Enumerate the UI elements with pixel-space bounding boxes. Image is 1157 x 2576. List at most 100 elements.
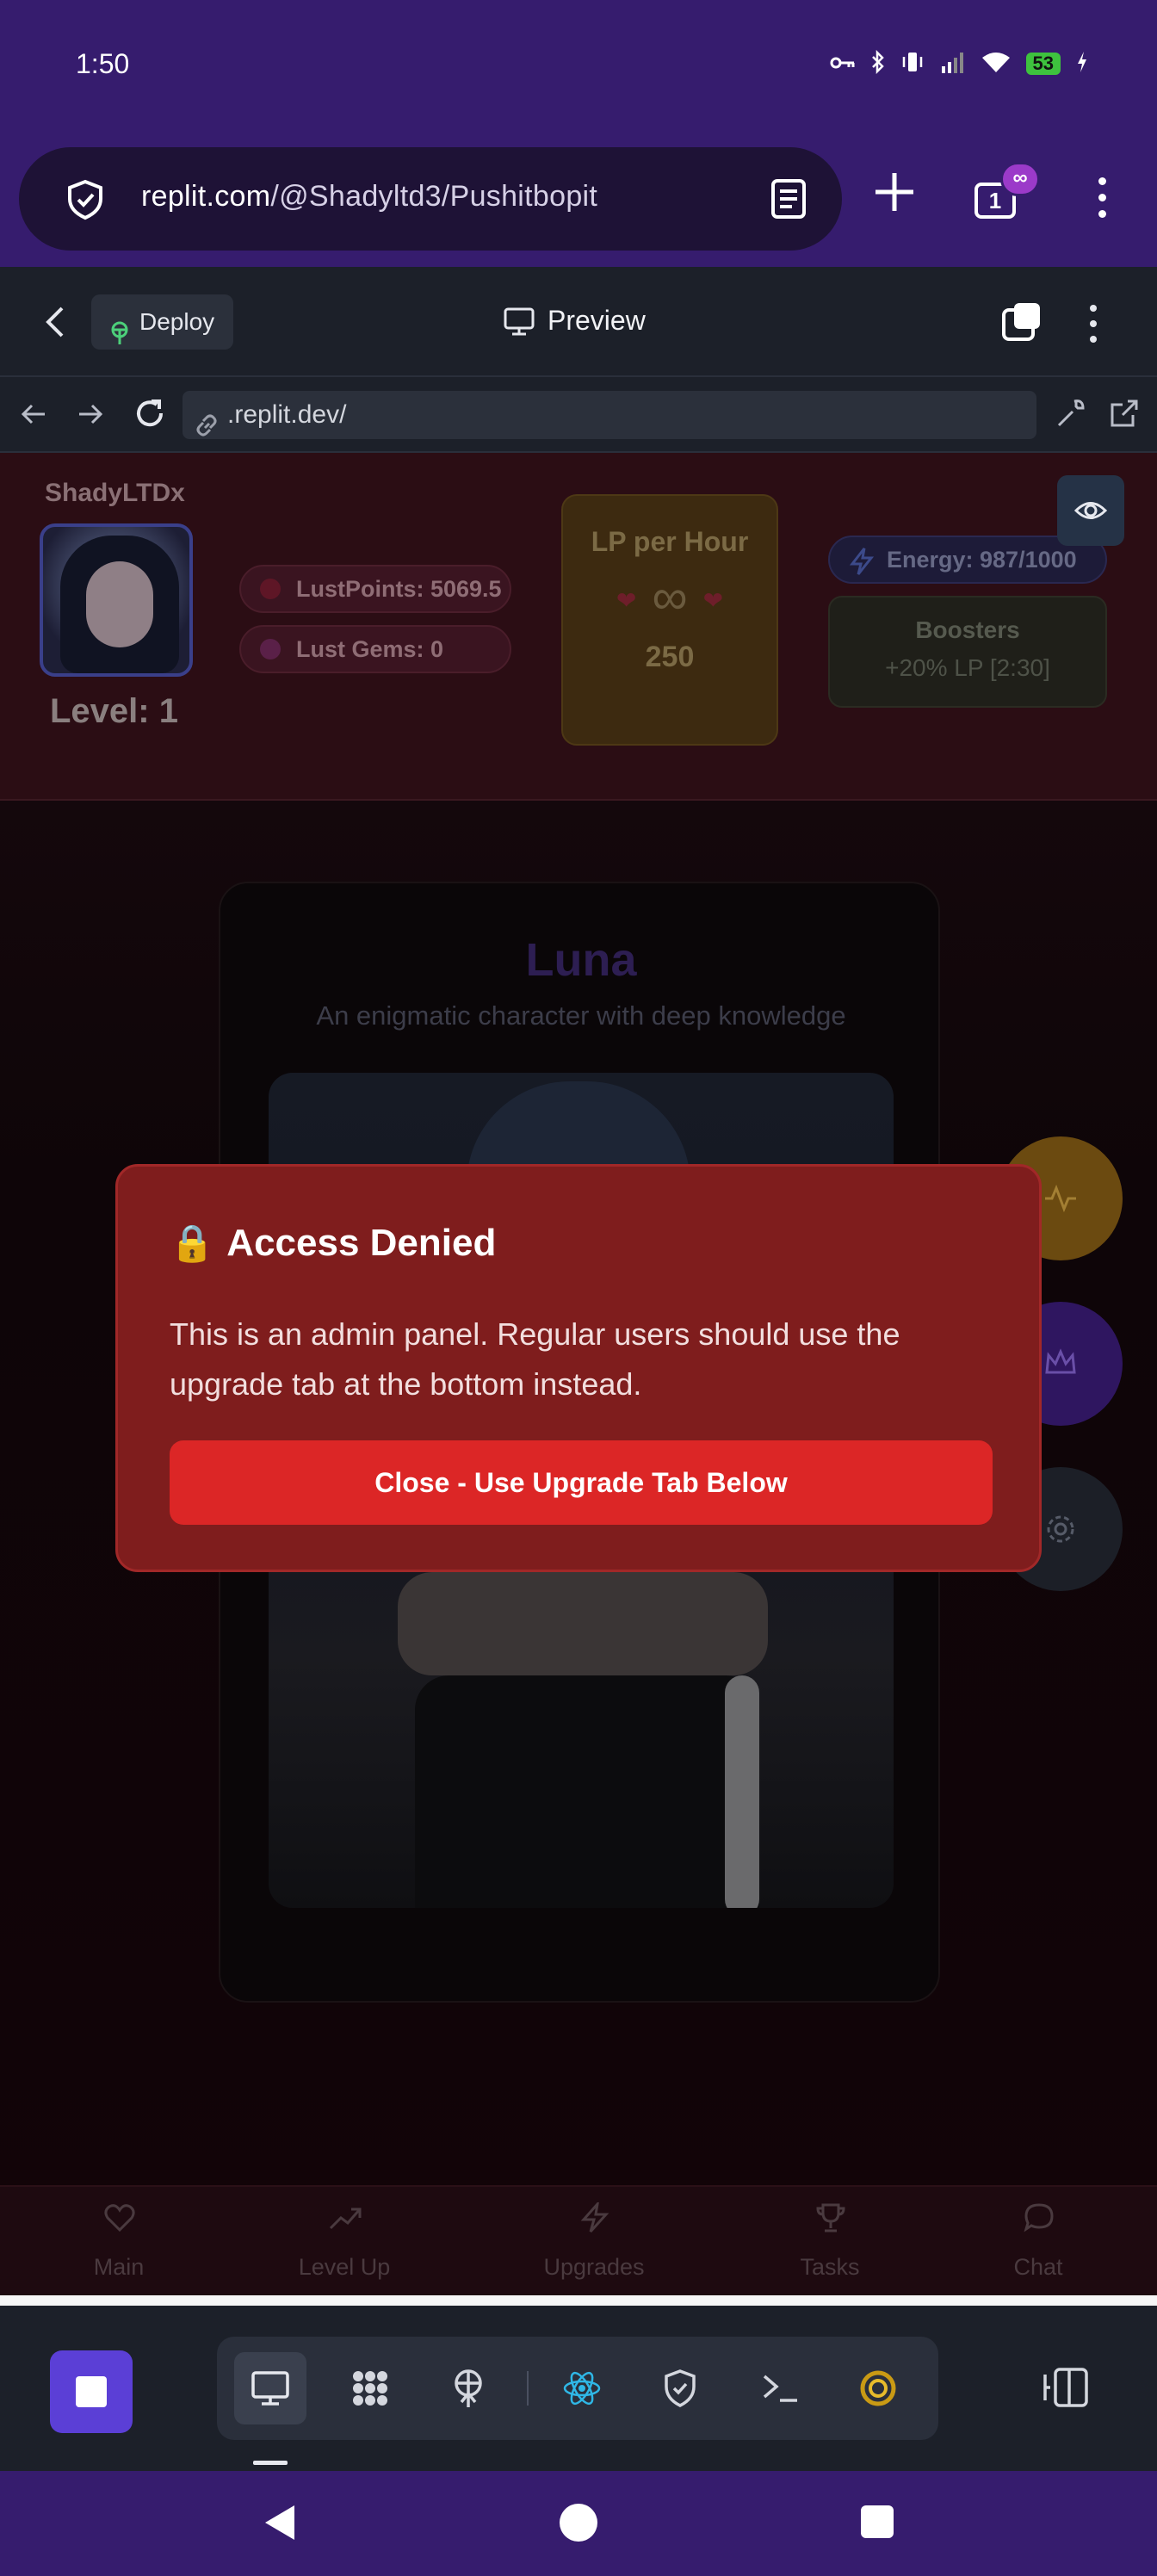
nav-level-up-label: Level Up <box>298 2254 391 2280</box>
character-name: Luna <box>525 934 637 986</box>
lust-gems-text: Lust Gems: 0 <box>296 636 444 662</box>
replit-header: Deploy Preview <box>0 267 1157 377</box>
player-avatar[interactable] <box>40 523 193 677</box>
gear-icon <box>1047 1515 1074 1543</box>
nav-tasks[interactable]: Tasks <box>744 2187 916 2297</box>
lock-icon: 🔒 <box>170 1223 215 1263</box>
shield-check-icon <box>665 2369 696 2407</box>
wifi-icon <box>981 51 1011 77</box>
deploy-button[interactable]: Deploy <box>91 294 234 350</box>
forward-arrow-icon[interactable] <box>76 399 105 433</box>
back-arrow-icon[interactable] <box>19 399 48 433</box>
security-tool[interactable] <box>644 2352 716 2424</box>
username: ShadyLTDx <box>45 479 185 507</box>
open-external-icon[interactable] <box>1109 398 1140 433</box>
assistant-tool[interactable] <box>842 2352 914 2424</box>
deployments-tool[interactable] <box>432 2352 504 2424</box>
trending-up-icon <box>329 2208 362 2230</box>
status-bar: 1:50 53 <box>0 0 1157 133</box>
shell-tool[interactable] <box>744 2352 816 2424</box>
bluetooth-icon <box>871 49 885 77</box>
android-recents-icon[interactable] <box>861 2505 894 2538</box>
modal-title-text: Access Denied <box>226 1222 497 1264</box>
modal-title: 🔒 Access Denied <box>170 1222 496 1265</box>
nav-upgrades[interactable]: Upgrades <box>508 2187 680 2297</box>
active-tool-indicator <box>253 2461 288 2465</box>
bolt-icon <box>580 2202 609 2233</box>
back-chevron-icon[interactable] <box>43 305 69 344</box>
link-icon <box>195 405 219 453</box>
lp-per-hour-value: 250 <box>645 640 695 673</box>
gem-icon <box>260 639 281 659</box>
tool-separator <box>527 2371 529 2406</box>
android-home-icon[interactable] <box>560 2504 597 2542</box>
files-tool[interactable] <box>334 2352 406 2424</box>
heart-gem-icon <box>260 579 281 599</box>
lust-points-text: LustPoints: 5069.5 <box>296 576 502 602</box>
lust-gems-badge: Lust Gems: 0 <box>239 625 511 673</box>
heart-icon-left: ❤ <box>616 586 637 614</box>
site-security-shield-icon[interactable] <box>64 178 107 226</box>
browser-menu-icon[interactable] <box>1098 177 1107 219</box>
reader-mode-icon[interactable] <box>770 178 807 224</box>
lust-points-badge: LustPoints: 5069.5 <box>239 565 511 613</box>
android-nav-bar <box>0 2471 1157 2576</box>
open-tabs-icon[interactable] <box>1000 301 1043 349</box>
vpn-key-icon <box>830 53 856 75</box>
game-bottom-nav: Main Level Up Upgrades Tasks Chat <box>0 2185 1157 2295</box>
deploy-icon <box>108 310 131 365</box>
new-tab-plus-icon[interactable] <box>871 169 918 220</box>
tool-tray <box>217 2337 938 2440</box>
stop-button[interactable] <box>50 2350 133 2433</box>
character-description: An enigmatic character with deep knowled… <box>316 1000 846 1031</box>
energy-bolt-icon <box>849 546 875 591</box>
nav-chat[interactable]: Chat <box>952 2187 1124 2297</box>
boosters-title: Boosters <box>915 616 1020 643</box>
preview-label: Preview <box>548 305 646 336</box>
modal-message: This is an admin panel. Regular users sh… <box>170 1316 900 1402</box>
android-back-icon[interactable] <box>262 2502 298 2548</box>
incognito-badge: ∞ <box>1000 162 1040 196</box>
activity-icon <box>1045 1184 1076 1213</box>
devtools-wrench-icon[interactable] <box>1055 398 1086 433</box>
monitor-icon <box>251 2371 289 2406</box>
nav-level-up[interactable]: Level Up <box>258 2187 430 2297</box>
crown-icon <box>1045 1348 1076 1374</box>
close-modal-button[interactable]: Close - Use Upgrade Tab Below <box>170 1440 993 1525</box>
replit-menu-icon[interactable] <box>1090 305 1097 351</box>
nav-chat-label: Chat <box>1013 2254 1063 2280</box>
charging-icon <box>1076 51 1088 77</box>
lp-per-hour-card: LP per Hour ❤ ∞ ❤ 250 <box>561 494 778 746</box>
vibrate-icon <box>900 51 925 77</box>
nav-main-label: Main <box>93 2254 145 2280</box>
access-denied-modal: 🔒 Access Denied This is an admin panel. R… <box>115 1164 1042 1572</box>
energy-text: Energy: 987/1000 <box>887 547 1077 573</box>
webview-url-field[interactable]: .replit.dev/ <box>183 391 1036 439</box>
player-level: Level: 1 <box>50 692 178 730</box>
player-stats-header: ShadyLTDx Level: 1 LustPoints: 5069.5 Lu… <box>0 453 1157 801</box>
preview-title: Preview <box>503 305 646 337</box>
layout-toggle-icon[interactable] <box>1040 2366 1092 2413</box>
ai-swirl-icon <box>860 2370 896 2406</box>
status-icons: 53 <box>830 49 1088 77</box>
grid-dots-icon <box>353 2371 387 2406</box>
boosters-card: Boosters +20% LP [2:30] <box>828 596 1107 708</box>
boosters-value: +20% LP [2:30] <box>885 654 1050 681</box>
toggle-visibility-button[interactable] <box>1057 475 1124 546</box>
deploy-globe-icon <box>455 2369 482 2407</box>
address-bar[interactable]: replit.com/@Shadyltd3/Pushitbopit <box>19 147 842 251</box>
url-path: /@Shadyltd3/Pushitbopit <box>270 180 598 213</box>
reload-icon[interactable] <box>133 396 167 435</box>
trophy-icon <box>816 2203 845 2232</box>
nav-main[interactable]: Main <box>33 2187 205 2297</box>
preview-tool[interactable] <box>234 2352 306 2424</box>
heart-icon <box>104 2204 135 2232</box>
signal-icon <box>940 51 966 77</box>
nav-upgrades-label: Upgrades <box>543 2254 645 2280</box>
lp-infinity-row: ❤ ∞ ❤ <box>563 572 776 627</box>
address-url[interactable]: replit.com/@Shadyltd3/Pushitbopit <box>141 180 597 214</box>
heart-icon-right: ❤ <box>702 586 724 614</box>
react-tool[interactable] <box>546 2352 618 2424</box>
deploy-label: Deploy <box>139 308 215 335</box>
stop-icon <box>76 2376 107 2407</box>
